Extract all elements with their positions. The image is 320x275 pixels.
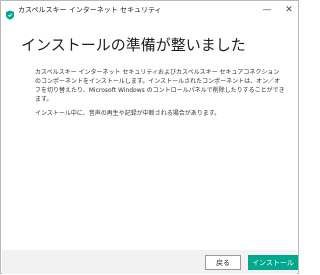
minimize-button[interactable]: — <box>260 4 274 17</box>
audio-warning: インストール中に、音声の再生や記録が中断される場合があります。 <box>35 110 221 117</box>
install-description: カスペルスキー インターネット セキュリティおよびカスペルスキー セキュアコネク… <box>35 69 285 103</box>
title-bar: カスペルスキー インターネット セキュリティ — ✕ <box>1 1 298 21</box>
close-button[interactable]: ✕ <box>282 4 296 17</box>
footer-bar: 戻る インストール <box>2 250 298 274</box>
page-title: インストールの準備が整いました <box>21 36 246 54</box>
install-button[interactable]: インストール <box>248 255 298 270</box>
kaspersky-shield-icon <box>5 5 15 20</box>
installer-window: カスペルスキー インターネット セキュリティ — ✕ インストールの準備が整いま… <box>0 0 299 274</box>
back-button[interactable]: 戻る <box>205 255 241 270</box>
window-title: カスペルスキー インターネット セキュリティ <box>18 6 162 14</box>
